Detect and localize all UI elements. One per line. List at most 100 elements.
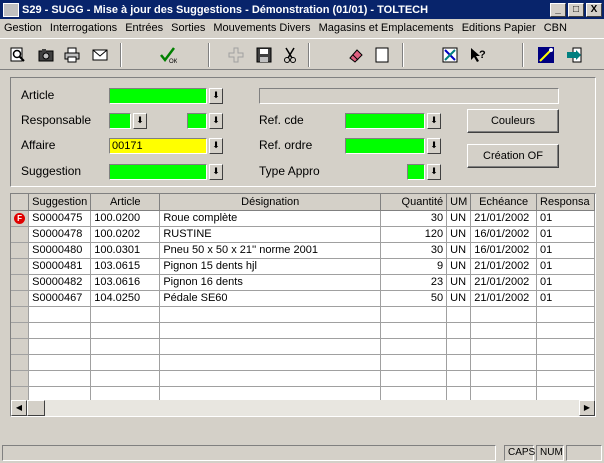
menu-entrees[interactable]: Entrées — [125, 22, 163, 34]
empty-cell[interactable] — [28, 322, 92, 339]
column-header-um[interactable]: UM — [446, 194, 472, 211]
empty-cell[interactable] — [446, 370, 472, 387]
row-selector[interactable] — [11, 306, 30, 323]
empty-cell[interactable] — [470, 370, 538, 387]
minimize-button[interactable]: _ — [550, 2, 566, 17]
empty-cell[interactable] — [470, 338, 538, 355]
empty-cell[interactable] — [28, 354, 92, 371]
cell-responsable[interactable]: 01 — [536, 226, 595, 243]
help-icon[interactable]: ? — [466, 43, 490, 67]
cell-echeance[interactable]: 16/01/2002 — [470, 242, 538, 259]
close-button[interactable]: X — [586, 2, 602, 17]
row-selector[interactable]: F — [11, 210, 30, 227]
empty-cell[interactable] — [90, 370, 161, 387]
ok-icon[interactable]: OK — [156, 43, 180, 67]
empty-table-row[interactable] — [11, 306, 595, 323]
empty-cell[interactable] — [536, 370, 595, 387]
cell-designation[interactable]: Roue complète — [159, 210, 382, 227]
cell-echeance[interactable]: 21/01/2002 — [470, 210, 538, 227]
cell-suggestion[interactable]: S0000480 — [28, 242, 92, 259]
cell-responsable[interactable]: 01 — [536, 210, 595, 227]
menu-cbn[interactable]: CBN — [544, 22, 567, 34]
cell-quantite[interactable]: 9 — [380, 258, 448, 275]
ref-ordre-dropdown-icon[interactable]: ⬇ — [427, 138, 441, 154]
cell-article[interactable]: 103.0616 — [90, 274, 161, 291]
cell-designation[interactable]: Pignon 15 dents hjl — [159, 258, 382, 275]
menu-magasins-emplacements[interactable]: Magasins et Emplacements — [319, 22, 454, 34]
column-header-echeance[interactable]: Echéance — [470, 194, 538, 211]
horizontal-scrollbar[interactable]: ◀ ▶ — [11, 400, 595, 416]
empty-table-row[interactable] — [11, 370, 595, 387]
empty-cell[interactable] — [380, 338, 448, 355]
empty-cell[interactable] — [446, 322, 472, 339]
responsable-dropdown-icon[interactable]: ⬇ — [133, 113, 147, 129]
row-selector[interactable] — [11, 322, 30, 339]
cell-designation[interactable]: RUSTINE — [159, 226, 382, 243]
type-appro-field[interactable] — [407, 164, 425, 180]
column-header-article[interactable]: Article — [90, 194, 161, 211]
cell-article[interactable]: 104.0250 — [90, 290, 161, 307]
wizard-icon[interactable] — [534, 43, 558, 67]
column-header-designation[interactable]: Désignation — [159, 194, 382, 211]
search-icon[interactable] — [6, 43, 30, 67]
cell-designation[interactable]: Pédale SE60 — [159, 290, 382, 307]
cell-um[interactable]: UN — [446, 226, 472, 243]
empty-cell[interactable] — [159, 354, 382, 371]
type-appro-dropdown-icon[interactable]: ⬇ — [427, 164, 441, 180]
table-row[interactable]: S0000480 100.0301 Pneu 50 x 50 x 21'' norm… — [11, 242, 595, 259]
row-selector[interactable] — [11, 274, 30, 291]
empty-cell[interactable] — [28, 370, 92, 387]
empty-table-row[interactable] — [11, 354, 595, 371]
cell-suggestion[interactable]: S0000482 — [28, 274, 92, 291]
cell-um[interactable]: UN — [446, 290, 472, 307]
creation-of-button[interactable]: Création OF — [467, 144, 559, 168]
empty-cell[interactable] — [446, 306, 472, 323]
menu-editions-papier[interactable]: Editions Papier — [462, 22, 536, 34]
menu-sorties[interactable]: Sorties — [171, 22, 205, 34]
row-selector[interactable] — [11, 354, 30, 371]
article-dropdown-icon[interactable]: ⬇ — [209, 88, 223, 104]
empty-cell[interactable] — [536, 338, 595, 355]
cell-article[interactable]: 103.0615 — [90, 258, 161, 275]
new-page-icon[interactable] — [370, 43, 394, 67]
menu-interrogations[interactable]: Interrogations — [50, 22, 117, 34]
ref-ordre-field[interactable] — [345, 138, 425, 154]
camera-icon[interactable] — [34, 43, 58, 67]
cell-suggestion[interactable]: S0000481 — [28, 258, 92, 275]
column-header-suggestion[interactable]: Suggestion — [28, 194, 92, 211]
cell-echeance[interactable]: 21/01/2002 — [470, 258, 538, 275]
cell-article[interactable]: 100.0200 — [90, 210, 161, 227]
empty-cell[interactable] — [90, 338, 161, 355]
cell-responsable[interactable]: 01 — [536, 242, 595, 259]
empty-cell[interactable] — [159, 338, 382, 355]
scroll-left-icon[interactable]: ◀ — [11, 400, 27, 416]
tools-icon[interactable] — [438, 43, 462, 67]
cell-article[interactable]: 100.0202 — [90, 226, 161, 243]
cell-echeance[interactable]: 21/01/2002 — [470, 290, 538, 307]
cell-suggestion[interactable]: S0000467 — [28, 290, 92, 307]
resize-grip[interactable] — [566, 445, 602, 461]
couleurs-button[interactable]: Couleurs — [467, 109, 559, 133]
add-icon[interactable] — [224, 43, 248, 67]
column-header-quantite[interactable]: Quantité — [380, 194, 448, 211]
empty-cell[interactable] — [536, 306, 595, 323]
empty-cell[interactable] — [380, 370, 448, 387]
row-selector[interactable] — [11, 290, 30, 307]
empty-cell[interactable] — [90, 306, 161, 323]
empty-cell[interactable] — [28, 306, 92, 323]
cell-quantite[interactable]: 30 — [380, 242, 448, 259]
row-selector[interactable] — [11, 370, 30, 387]
empty-cell[interactable] — [380, 322, 448, 339]
cell-um[interactable]: UN — [446, 210, 472, 227]
suggestion-field[interactable] — [109, 164, 207, 180]
affaire-field[interactable]: 00171 — [109, 138, 207, 154]
cell-quantite[interactable]: 50 — [380, 290, 448, 307]
cut-icon[interactable] — [278, 43, 302, 67]
empty-table-row[interactable] — [11, 322, 595, 339]
cell-responsable[interactable]: 01 — [536, 274, 595, 291]
table-row[interactable]: S0000482 103.0616 Pignon 16 dents 23 UN 21/01… — [11, 274, 595, 291]
cell-um[interactable]: UN — [446, 258, 472, 275]
empty-table-row[interactable] — [11, 338, 595, 355]
empty-cell[interactable] — [470, 354, 538, 371]
empty-cell[interactable] — [536, 354, 595, 371]
